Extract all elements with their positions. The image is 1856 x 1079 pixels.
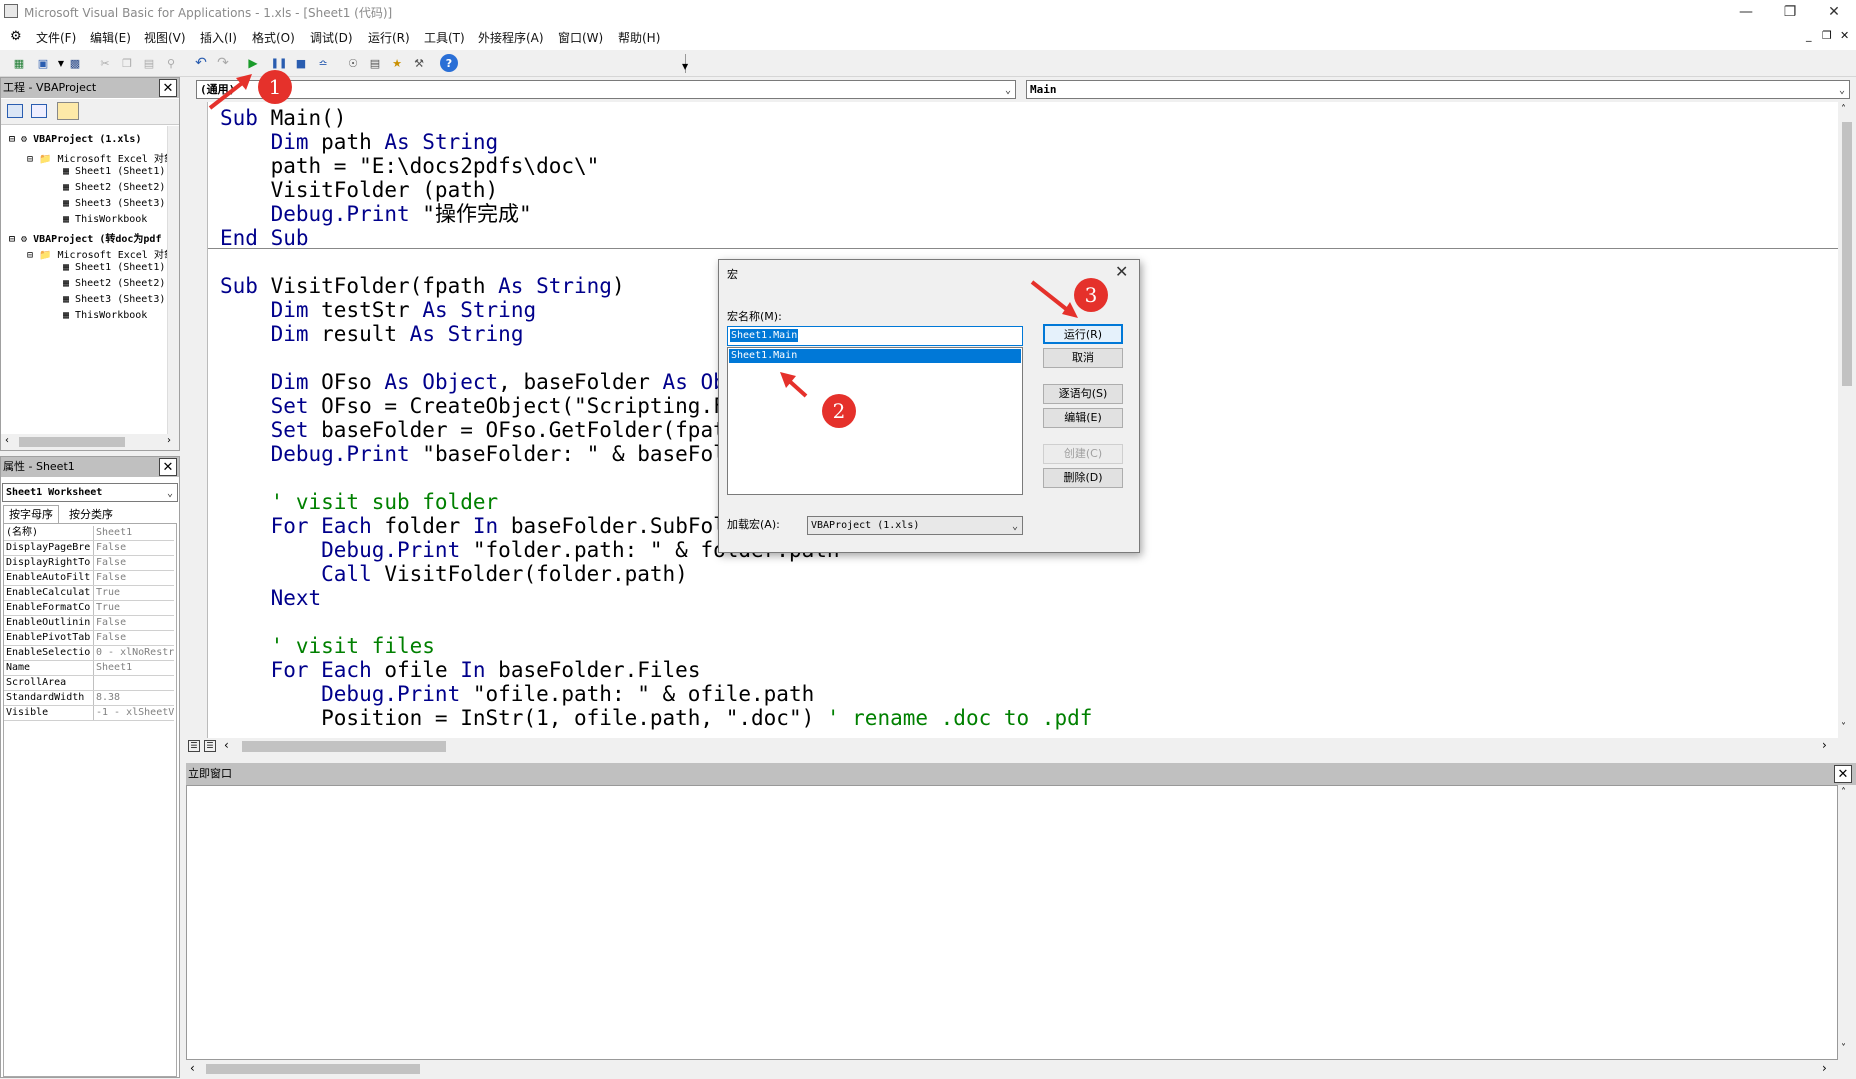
arrow-2 — [780, 372, 808, 398]
arrow-1 — [208, 74, 252, 110]
annotation-badge-1: 1 — [258, 70, 292, 104]
annotation-arrows — [208, 74, 1078, 398]
annotation-badge-3: 3 — [1074, 278, 1108, 312]
arrow-3 — [1030, 280, 1078, 318]
annotation-badge-2: 2 — [822, 394, 856, 428]
